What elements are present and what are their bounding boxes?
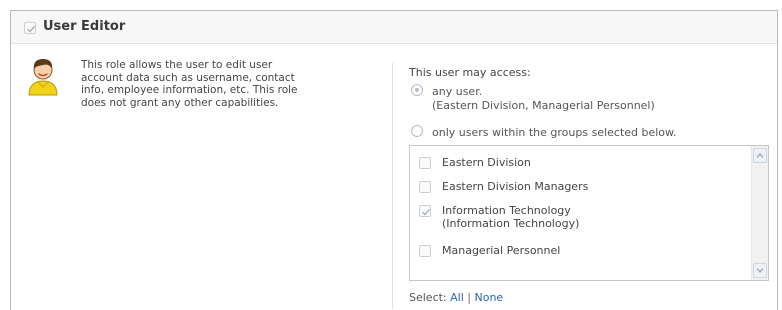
group-checkbox[interactable] xyxy=(419,181,431,193)
chevron-up-icon xyxy=(756,153,764,158)
user-editor-panel: User Editor This role allows the user to… xyxy=(10,10,778,310)
select-separator: | xyxy=(467,291,471,304)
radio-any-user-label: any user. xyxy=(432,85,483,98)
checkmark-icon xyxy=(422,208,430,216)
user-avatar-icon xyxy=(25,56,61,96)
group-label: Eastern Division xyxy=(442,156,531,169)
group-checkbox[interactable] xyxy=(419,245,431,257)
select-row: Select: All | None xyxy=(409,291,503,304)
scroll-up-button[interactable] xyxy=(753,148,767,163)
checkmark-icon xyxy=(27,25,35,33)
group-label: Eastern Division Managers xyxy=(442,180,589,193)
scroll-down-button[interactable] xyxy=(753,263,767,278)
radio-any-user-sublabel: (Eastern Division, Managerial Personnel) xyxy=(432,99,655,112)
group-list-scrollbar[interactable] xyxy=(751,146,768,280)
group-checkbox[interactable] xyxy=(419,157,431,169)
radio-selected-groups[interactable] xyxy=(411,125,423,137)
group-checkbox[interactable] xyxy=(419,205,431,217)
role-title: User Editor xyxy=(43,19,126,34)
access-label: This user may access: xyxy=(409,66,531,79)
group-list[interactable]: Eastern Division Eastern Division Manage… xyxy=(409,145,769,281)
role-checkbox[interactable] xyxy=(24,22,36,34)
select-all-link[interactable]: All xyxy=(450,291,464,304)
select-label: Select: xyxy=(409,291,447,304)
radio-any-user[interactable] xyxy=(411,84,423,96)
group-sublabel: (Information Technology) xyxy=(442,217,580,230)
chevron-down-icon xyxy=(756,268,764,273)
group-label: Information Technology xyxy=(442,204,571,217)
role-description: This role allows the user to edit user a… xyxy=(81,59,298,109)
select-none-link[interactable]: None xyxy=(475,291,504,304)
group-label: Managerial Personnel xyxy=(442,244,561,257)
column-divider xyxy=(392,63,393,309)
panel-header: User Editor xyxy=(11,11,777,44)
radio-selected-groups-label: only users within the groups selected be… xyxy=(432,126,677,139)
